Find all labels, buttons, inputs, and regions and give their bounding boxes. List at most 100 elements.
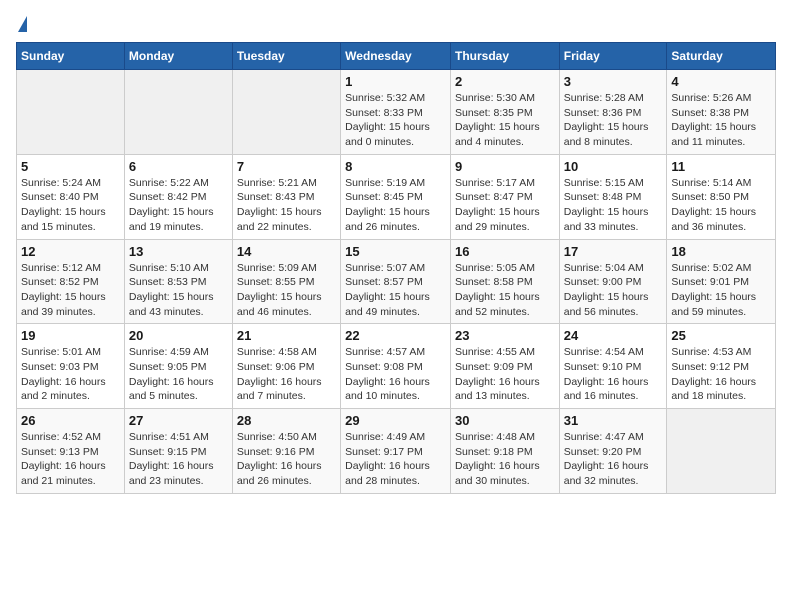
logo-arrow-icon bbox=[18, 16, 27, 32]
calendar-cell: 4 Sunrise: 5:26 AM Sunset: 8:38 PM Daylig… bbox=[667, 70, 776, 155]
day-number: 6 bbox=[129, 159, 228, 174]
header-thursday: Thursday bbox=[450, 43, 559, 70]
day-number: 21 bbox=[237, 328, 336, 343]
day-number: 10 bbox=[564, 159, 663, 174]
calendar-cell bbox=[124, 70, 232, 155]
day-detail: Sunrise: 5:24 AM Sunset: 8:40 PM Dayligh… bbox=[21, 176, 120, 235]
calendar-cell: 13Sunrise: 5:10 AM Sunset: 8:53 PM Dayli… bbox=[124, 239, 232, 324]
day-detail: Sunrise: 5:32 AM Sunset: 8:33 PM Dayligh… bbox=[345, 91, 446, 150]
day-detail: Sunrise: 4:51 AM Sunset: 9:15 PM Dayligh… bbox=[129, 430, 228, 489]
day-detail: Sunrise: 4:57 AM Sunset: 9:08 PM Dayligh… bbox=[345, 345, 446, 404]
day-detail: Sunrise: 5:02 AM Sunset: 9:01 PM Dayligh… bbox=[671, 261, 771, 320]
day-detail: Sunrise: 4:54 AM Sunset: 9:10 PM Dayligh… bbox=[564, 345, 663, 404]
day-number: 23 bbox=[455, 328, 555, 343]
day-number: 17 bbox=[564, 244, 663, 259]
day-detail: Sunrise: 4:50 AM Sunset: 9:16 PM Dayligh… bbox=[237, 430, 336, 489]
day-detail: Sunrise: 5:04 AM Sunset: 9:00 PM Dayligh… bbox=[564, 261, 663, 320]
day-number: 5 bbox=[21, 159, 120, 174]
header-sunday: Sunday bbox=[17, 43, 125, 70]
calendar-cell: 7 Sunrise: 5:21 AM Sunset: 8:43 PM Daylig… bbox=[232, 154, 340, 239]
day-number: 27 bbox=[129, 413, 228, 428]
calendar-cell: 5 Sunrise: 5:24 AM Sunset: 8:40 PM Daylig… bbox=[17, 154, 125, 239]
logo bbox=[16, 16, 27, 32]
calendar-cell: 2 Sunrise: 5:30 AM Sunset: 8:35 PM Daylig… bbox=[450, 70, 559, 155]
calendar-cell: 25 Sunrise: 4:53 AM Sunset: 9:12 PM Dayli… bbox=[667, 324, 776, 409]
day-detail: Sunrise: 4:53 AM Sunset: 9:12 PM Dayligh… bbox=[671, 345, 771, 404]
calendar-cell: 19 Sunrise: 5:01 AM Sunset: 9:03 PM Dayli… bbox=[17, 324, 125, 409]
header-tuesday: Tuesday bbox=[232, 43, 340, 70]
calendar-cell: 28 Sunrise: 4:50 AM Sunset: 9:16 PM Dayli… bbox=[232, 409, 340, 494]
calendar-week-1: 1 Sunrise: 5:32 AM Sunset: 8:33 PM Daylig… bbox=[17, 70, 776, 155]
day-number: 7 bbox=[237, 159, 336, 174]
day-number: 29 bbox=[345, 413, 446, 428]
header-monday: Monday bbox=[124, 43, 232, 70]
day-detail: Sunrise: 5:09 AM Sunset: 8:55 PM Dayligh… bbox=[237, 261, 336, 320]
calendar-cell: 14Sunrise: 5:09 AM Sunset: 8:55 PM Dayli… bbox=[232, 239, 340, 324]
header-wednesday: Wednesday bbox=[341, 43, 451, 70]
calendar-cell: 24Sunrise: 4:54 AM Sunset: 9:10 PM Dayli… bbox=[559, 324, 667, 409]
calendar-week-5: 26 Sunrise: 4:52 AM Sunset: 9:13 PM Dayli… bbox=[17, 409, 776, 494]
day-number: 31 bbox=[564, 413, 663, 428]
day-number: 2 bbox=[455, 74, 555, 89]
calendar-cell bbox=[17, 70, 125, 155]
day-detail: Sunrise: 5:30 AM Sunset: 8:35 PM Dayligh… bbox=[455, 91, 555, 150]
day-number: 19 bbox=[21, 328, 120, 343]
calendar-cell: 9 Sunrise: 5:17 AM Sunset: 8:47 PM Daylig… bbox=[450, 154, 559, 239]
calendar-cell: 22 Sunrise: 4:57 AM Sunset: 9:08 PM Dayli… bbox=[341, 324, 451, 409]
calendar-week-4: 19 Sunrise: 5:01 AM Sunset: 9:03 PM Dayli… bbox=[17, 324, 776, 409]
day-number: 20 bbox=[129, 328, 228, 343]
header-friday: Friday bbox=[559, 43, 667, 70]
day-detail: Sunrise: 4:47 AM Sunset: 9:20 PM Dayligh… bbox=[564, 430, 663, 489]
calendar-cell bbox=[667, 409, 776, 494]
day-detail: Sunrise: 5:28 AM Sunset: 8:36 PM Dayligh… bbox=[564, 91, 663, 150]
calendar-cell: 15 Sunrise: 5:07 AM Sunset: 8:57 PM Dayli… bbox=[341, 239, 451, 324]
calendar-cell: 16 Sunrise: 5:05 AM Sunset: 8:58 PM Dayli… bbox=[450, 239, 559, 324]
header-saturday: Saturday bbox=[667, 43, 776, 70]
day-number: 22 bbox=[345, 328, 446, 343]
calendar-cell: 27 Sunrise: 4:51 AM Sunset: 9:15 PM Dayli… bbox=[124, 409, 232, 494]
calendar-cell: 30 Sunrise: 4:48 AM Sunset: 9:18 PM Dayli… bbox=[450, 409, 559, 494]
day-number: 28 bbox=[237, 413, 336, 428]
calendar-cell: 18Sunrise: 5:02 AM Sunset: 9:01 PM Dayli… bbox=[667, 239, 776, 324]
calendar-cell: 6Sunrise: 5:22 AM Sunset: 8:42 PM Daylig… bbox=[124, 154, 232, 239]
day-detail: Sunrise: 5:07 AM Sunset: 8:57 PM Dayligh… bbox=[345, 261, 446, 320]
page-header bbox=[16, 16, 776, 32]
day-number: 4 bbox=[671, 74, 771, 89]
day-detail: Sunrise: 4:58 AM Sunset: 9:06 PM Dayligh… bbox=[237, 345, 336, 404]
day-number: 30 bbox=[455, 413, 555, 428]
day-detail: Sunrise: 4:48 AM Sunset: 9:18 PM Dayligh… bbox=[455, 430, 555, 489]
day-detail: Sunrise: 5:05 AM Sunset: 8:58 PM Dayligh… bbox=[455, 261, 555, 320]
calendar-cell: 31 Sunrise: 4:47 AM Sunset: 9:20 PM Dayli… bbox=[559, 409, 667, 494]
day-detail: Sunrise: 5:26 AM Sunset: 8:38 PM Dayligh… bbox=[671, 91, 771, 150]
day-detail: Sunrise: 5:14 AM Sunset: 8:50 PM Dayligh… bbox=[671, 176, 771, 235]
calendar-cell: 26 Sunrise: 4:52 AM Sunset: 9:13 PM Dayli… bbox=[17, 409, 125, 494]
day-detail: Sunrise: 4:49 AM Sunset: 9:17 PM Dayligh… bbox=[345, 430, 446, 489]
day-number: 26 bbox=[21, 413, 120, 428]
calendar-cell: 10 Sunrise: 5:15 AM Sunset: 8:48 PM Dayli… bbox=[559, 154, 667, 239]
day-detail: Sunrise: 5:21 AM Sunset: 8:43 PM Dayligh… bbox=[237, 176, 336, 235]
day-number: 11 bbox=[671, 159, 771, 174]
calendar-cell: 29 Sunrise: 4:49 AM Sunset: 9:17 PM Dayli… bbox=[341, 409, 451, 494]
calendar-cell: 1 Sunrise: 5:32 AM Sunset: 8:33 PM Daylig… bbox=[341, 70, 451, 155]
day-detail: Sunrise: 5:12 AM Sunset: 8:52 PM Dayligh… bbox=[21, 261, 120, 320]
calendar-cell bbox=[232, 70, 340, 155]
day-number: 16 bbox=[455, 244, 555, 259]
day-detail: Sunrise: 4:55 AM Sunset: 9:09 PM Dayligh… bbox=[455, 345, 555, 404]
day-detail: Sunrise: 5:19 AM Sunset: 8:45 PM Dayligh… bbox=[345, 176, 446, 235]
day-detail: Sunrise: 4:52 AM Sunset: 9:13 PM Dayligh… bbox=[21, 430, 120, 489]
day-number: 15 bbox=[345, 244, 446, 259]
calendar-week-2: 5 Sunrise: 5:24 AM Sunset: 8:40 PM Daylig… bbox=[17, 154, 776, 239]
day-number: 1 bbox=[345, 74, 446, 89]
day-detail: Sunrise: 5:01 AM Sunset: 9:03 PM Dayligh… bbox=[21, 345, 120, 404]
day-number: 25 bbox=[671, 328, 771, 343]
calendar-cell: 8 Sunrise: 5:19 AM Sunset: 8:45 PM Daylig… bbox=[341, 154, 451, 239]
day-number: 9 bbox=[455, 159, 555, 174]
day-detail: Sunrise: 4:59 AM Sunset: 9:05 PM Dayligh… bbox=[129, 345, 228, 404]
calendar-header-row: SundayMondayTuesdayWednesdayThursdayFrid… bbox=[17, 43, 776, 70]
day-number: 8 bbox=[345, 159, 446, 174]
day-number: 13 bbox=[129, 244, 228, 259]
day-detail: Sunrise: 5:15 AM Sunset: 8:48 PM Dayligh… bbox=[564, 176, 663, 235]
calendar-cell: 12Sunrise: 5:12 AM Sunset: 8:52 PM Dayli… bbox=[17, 239, 125, 324]
day-detail: Sunrise: 5:17 AM Sunset: 8:47 PM Dayligh… bbox=[455, 176, 555, 235]
calendar-week-3: 12Sunrise: 5:12 AM Sunset: 8:52 PM Dayli… bbox=[17, 239, 776, 324]
